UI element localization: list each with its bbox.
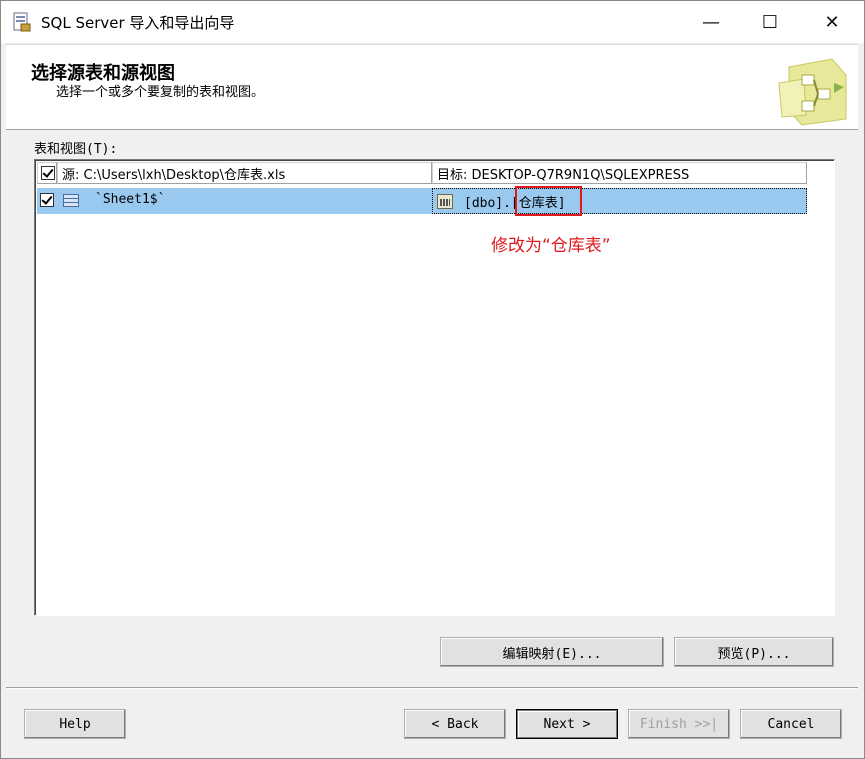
- title-bar: SQL Server 导入和导出向导 — ☐ ✕: [1, 1, 864, 43]
- wizard-header: 选择源表和源视图 选择一个或多个要复制的表和视图。: [6, 44, 858, 130]
- minimize-button[interactable]: —: [688, 1, 734, 43]
- wizard-window: SQL Server 导入和导出向导 — ☐ ✕ 选择源表和源视图 选择一个或多…: [0, 0, 865, 759]
- source-column-header[interactable]: 源: C:\Users\lxh\Desktop\仓库表.xls: [57, 162, 432, 184]
- wizard-graphic-icon: [778, 58, 847, 126]
- edit-mappings-button[interactable]: 编辑映射(E)...: [440, 637, 664, 667]
- destination-column-header[interactable]: 目标: DESKTOP-Q7R9N1Q\SQLEXPRESS: [432, 162, 807, 184]
- window-title: SQL Server 导入和导出向导: [41, 14, 235, 32]
- page-subtitle: 选择一个或多个要复制的表和视图。: [56, 85, 265, 100]
- cancel-button[interactable]: Cancel: [740, 709, 842, 739]
- tables-grid[interactable]: 源: C:\Users\lxh\Desktop\仓库表.xls 目标: DESK…: [34, 159, 835, 616]
- preview-button[interactable]: 预览(P)...: [674, 637, 834, 667]
- app-icon: [13, 12, 31, 32]
- tables-views-label: 表和视图(T):: [34, 142, 118, 157]
- footer-separator: [6, 687, 858, 689]
- source-table-name: `Sheet1$`: [95, 192, 166, 207]
- row-checkbox[interactable]: [40, 193, 54, 207]
- close-button[interactable]: ✕: [809, 1, 855, 43]
- maximize-button[interactable]: ☐: [747, 1, 793, 43]
- next-button[interactable]: Next >: [516, 709, 618, 739]
- grid-header: 源: C:\Users\lxh\Desktop\仓库表.xls 目标: DESK…: [37, 162, 807, 186]
- annotation-text: 修改为“仓库表”: [491, 236, 611, 256]
- finish-button[interactable]: Finish >>|: [628, 709, 730, 739]
- table-icon: [63, 194, 79, 207]
- highlight-box: [515, 186, 582, 216]
- select-all-checkbox[interactable]: [41, 166, 55, 180]
- select-all-cell[interactable]: [37, 162, 57, 184]
- new-table-icon: [437, 194, 453, 209]
- table-row[interactable]: `Sheet1$` [dbo].[仓库表]: [37, 188, 807, 214]
- destination-cell[interactable]: [dbo].[仓库表]: [432, 188, 807, 214]
- help-button[interactable]: Help: [24, 709, 126, 739]
- back-button[interactable]: < Back: [404, 709, 506, 739]
